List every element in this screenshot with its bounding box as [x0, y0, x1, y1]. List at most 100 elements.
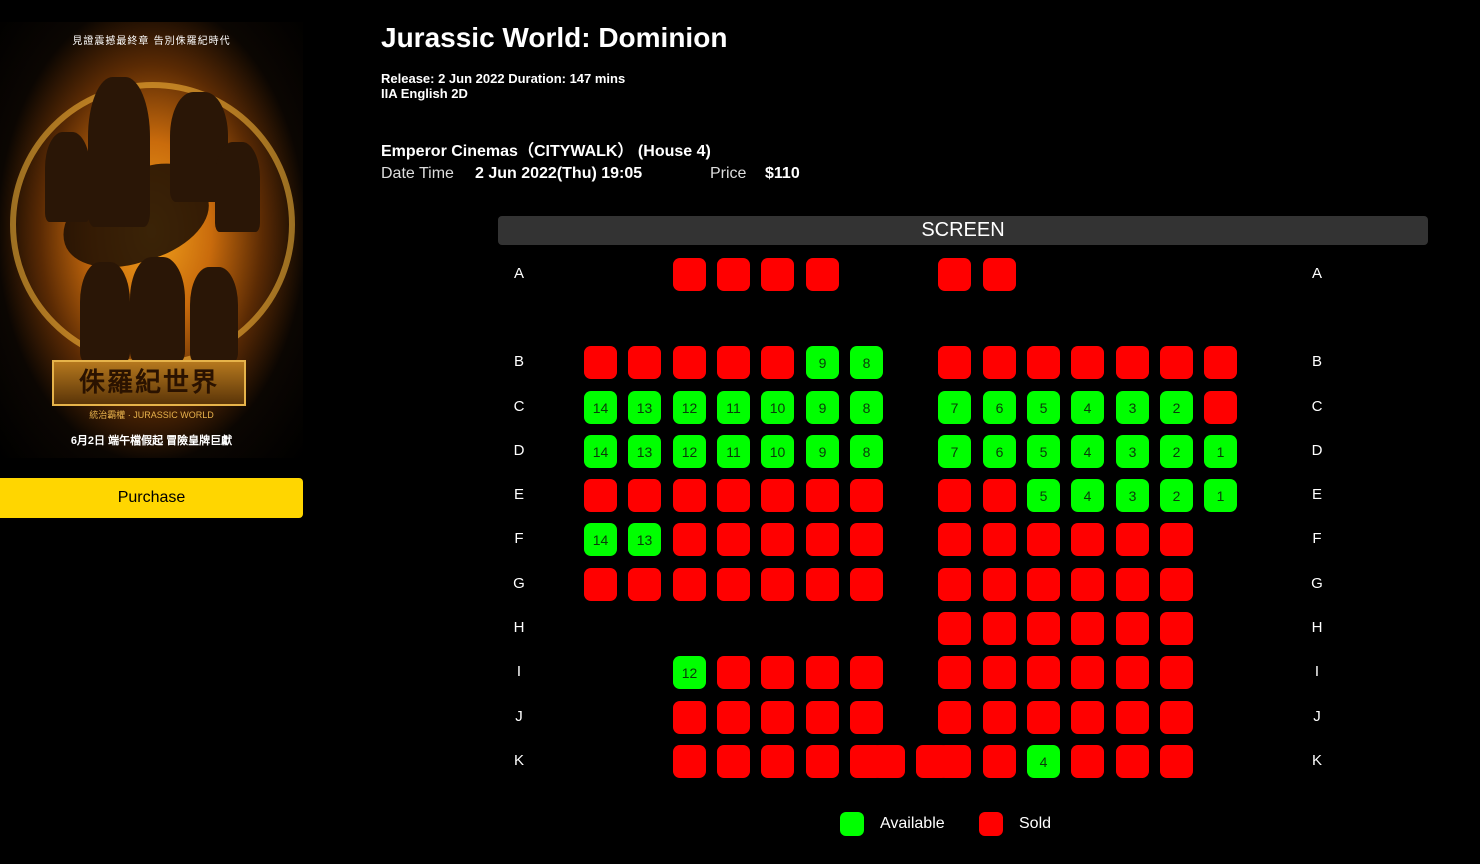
row-label-h: H	[1311, 619, 1323, 636]
seat-i-available[interactable]: 12	[673, 656, 706, 689]
seat-g-sold	[806, 568, 839, 601]
seat-j-sold	[717, 701, 750, 734]
seat-f-sold	[717, 523, 750, 556]
poster-character	[190, 267, 238, 362]
seat-d-available[interactable]: 5	[1027, 435, 1060, 468]
seat-e-sold	[983, 479, 1016, 512]
seat-d-available[interactable]: 14	[584, 435, 617, 468]
seat-d-available[interactable]: 8	[850, 435, 883, 468]
seat-d-available[interactable]: 4	[1071, 435, 1104, 468]
seat-b-sold	[1071, 346, 1104, 379]
row-label-g: G	[513, 575, 525, 592]
seat-b-sold	[761, 346, 794, 379]
seat-c-available[interactable]: 12	[673, 391, 706, 424]
row-label-d: D	[1311, 442, 1323, 459]
row-label-i: I	[516, 663, 522, 680]
seat-e-sold	[673, 479, 706, 512]
row-label-b: B	[513, 353, 524, 370]
seat-k-available[interactable]: 4	[1027, 745, 1060, 778]
seat-i-sold	[1116, 656, 1149, 689]
seat-k-sold	[938, 745, 971, 778]
row-label-k: K	[513, 752, 524, 769]
seat-i-sold	[761, 656, 794, 689]
seat-b-sold	[584, 346, 617, 379]
seat-c-available[interactable]: 10	[761, 391, 794, 424]
seat-e-sold	[806, 479, 839, 512]
seat-c-available[interactable]: 4	[1071, 391, 1104, 424]
seat-c-available[interactable]: 8	[850, 391, 883, 424]
legend-sold-label: Sold	[1019, 815, 1052, 832]
seat-i-sold	[717, 656, 750, 689]
seat-j-sold	[1027, 701, 1060, 734]
seat-j-sold	[983, 701, 1016, 734]
seat-g-sold	[1116, 568, 1149, 601]
row-label-e: E	[1311, 486, 1322, 503]
seat-d-available[interactable]: 3	[1116, 435, 1149, 468]
seat-e-available[interactable]: 5	[1027, 479, 1060, 512]
seat-g-sold	[717, 568, 750, 601]
row-label-h: H	[513, 619, 525, 636]
seat-c-available[interactable]: 7	[938, 391, 971, 424]
seat-j-sold	[1160, 701, 1193, 734]
seat-i-sold	[1027, 656, 1060, 689]
seat-k-sold	[872, 745, 905, 778]
seat-k-sold	[717, 745, 750, 778]
seat-c-available[interactable]: 9	[806, 391, 839, 424]
row-label-c: C	[513, 398, 525, 415]
seat-c-available[interactable]: 2	[1160, 391, 1193, 424]
seat-f-available[interactable]: 14	[584, 523, 617, 556]
seat-e-available[interactable]: 2	[1160, 479, 1193, 512]
seat-h-sold	[1116, 612, 1149, 645]
purchase-button[interactable]: Purchase	[0, 478, 303, 518]
screen-banner: SCREEN	[498, 216, 1428, 245]
seat-b-sold	[673, 346, 706, 379]
seat-f-sold	[1160, 523, 1193, 556]
seat-i-sold	[850, 656, 883, 689]
seat-b-sold	[1027, 346, 1060, 379]
seat-d-available[interactable]: 13	[628, 435, 661, 468]
seat-c-available[interactable]: 5	[1027, 391, 1060, 424]
seat-b-sold	[717, 346, 750, 379]
seat-c-available[interactable]: 14	[584, 391, 617, 424]
row-label-b: B	[1311, 353, 1322, 370]
poster-character	[45, 132, 90, 222]
seat-d-available[interactable]: 1	[1204, 435, 1237, 468]
row-label-d: D	[513, 442, 525, 459]
seat-d-available[interactable]: 7	[938, 435, 971, 468]
seat-b-sold	[1204, 346, 1237, 379]
seat-g-sold	[761, 568, 794, 601]
legend-sold-swatch	[979, 812, 1003, 836]
seat-j-sold	[1071, 701, 1104, 734]
poster-character	[88, 77, 150, 227]
seat-g-sold	[1160, 568, 1193, 601]
poster-subtitle: 統治霸權 · JURASSIC WORLD	[89, 410, 214, 420]
seat-e-available[interactable]: 4	[1071, 479, 1104, 512]
seat-b-available[interactable]: 8	[850, 346, 883, 379]
seat-e-available[interactable]: 1	[1204, 479, 1237, 512]
seat-i-sold	[938, 656, 971, 689]
seat-c-available[interactable]: 6	[983, 391, 1016, 424]
seat-d-available[interactable]: 9	[806, 435, 839, 468]
seat-c-available[interactable]: 11	[717, 391, 750, 424]
seat-f-sold	[761, 523, 794, 556]
seat-b-available[interactable]: 9	[806, 346, 839, 379]
seat-d-available[interactable]: 6	[983, 435, 1016, 468]
seat-a-sold	[806, 258, 839, 291]
seat-h-sold	[1027, 612, 1060, 645]
seat-j-sold	[1116, 701, 1149, 734]
seat-c-available[interactable]: 3	[1116, 391, 1149, 424]
seat-f-available[interactable]: 13	[628, 523, 661, 556]
release-info: Release: 2 Jun 2022 Duration: 147 mins	[381, 71, 626, 86]
seat-a-sold	[938, 258, 971, 291]
seat-e-sold	[761, 479, 794, 512]
seat-c-available[interactable]: 13	[628, 391, 661, 424]
seat-g-sold	[850, 568, 883, 601]
seat-b-sold	[1160, 346, 1193, 379]
seat-d-available[interactable]: 2	[1160, 435, 1193, 468]
seat-e-available[interactable]: 3	[1116, 479, 1149, 512]
seat-d-available[interactable]: 10	[761, 435, 794, 468]
seat-i-sold	[983, 656, 1016, 689]
seat-d-available[interactable]: 11	[717, 435, 750, 468]
cinema-name: Emperor Cinemas（CITYWALK） (House 4)	[381, 143, 711, 160]
seat-d-available[interactable]: 12	[673, 435, 706, 468]
